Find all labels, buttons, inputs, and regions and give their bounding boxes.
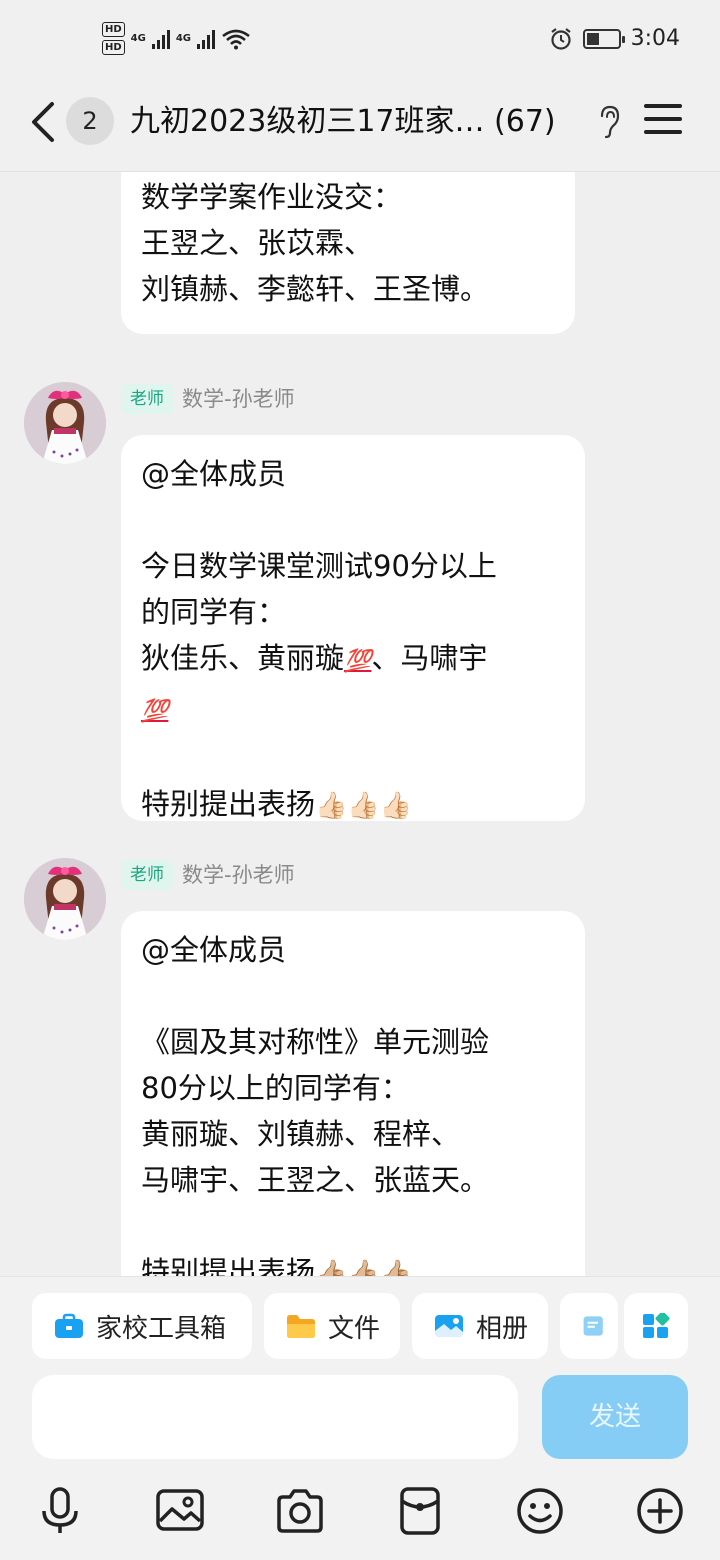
- folder-icon: [287, 1315, 315, 1338]
- microphone-icon[interactable]: [34, 1485, 86, 1537]
- message-input[interactable]: [32, 1375, 518, 1459]
- plus-icon[interactable]: [634, 1485, 686, 1537]
- toolbox-icon: [55, 1313, 83, 1338]
- message-line: 80分以上的同学有：: [141, 1071, 410, 1105]
- message-line: [141, 735, 565, 781]
- message-line: 狄佳乐、黄丽璇💯、马啸宇: [141, 635, 565, 685]
- message-line: 💯: [141, 685, 565, 735]
- sender-name[interactable]: 数学-孙老师: [182, 384, 295, 414]
- signal-icon-1: [151, 29, 170, 49]
- chat-area[interactable]: 数学学案作业没交： 王翌之、张苡霖、 刘镇赫、李懿轩、王圣博。 老师 数学-孙老…: [0, 172, 720, 1276]
- message-line: 刘镇赫、李懿轩、王圣博。: [141, 272, 490, 306]
- message-line: [141, 973, 565, 1019]
- file-label: 文件: [328, 1313, 381, 1344]
- message-line: [141, 1203, 565, 1249]
- album-icon: [435, 1315, 463, 1337]
- message-line: 《圆及其对称性》单元测验: [141, 1025, 490, 1059]
- ear-icon[interactable]: [596, 104, 622, 140]
- message-line: 数学学案作业没交：: [141, 180, 403, 214]
- alarm-icon: [550, 27, 571, 50]
- hundred-points-icon: 💯: [344, 649, 372, 674]
- compose-panel: 家校工具箱 文件 相册 发送: [0, 1276, 720, 1560]
- camera-icon[interactable]: [274, 1485, 326, 1537]
- message-text: 特别提出表扬: [141, 1255, 316, 1276]
- teacher-tag: 老师: [121, 384, 173, 414]
- album-button[interactable]: 相册: [412, 1293, 548, 1359]
- emoji-icon[interactable]: [514, 1485, 566, 1537]
- message-text: 特别提出表扬: [141, 787, 316, 821]
- menu-icon[interactable]: [644, 104, 682, 136]
- apps-button[interactable]: [624, 1293, 688, 1359]
- message-bubble[interactable]: 数学学案作业没交： 王翌之、张苡霖、 刘镇赫、李懿轩、王圣博。: [121, 172, 575, 334]
- battery-icon: [582, 28, 625, 49]
- hundred-points-icon: 💯: [141, 699, 169, 724]
- message-text: 狄佳乐、黄丽璇: [141, 641, 345, 675]
- album-label: 相册: [476, 1313, 529, 1344]
- mention-all: @全体成员: [141, 933, 287, 967]
- toolbox-button[interactable]: 家校工具箱: [32, 1293, 252, 1359]
- doll-avatar-image: [24, 858, 106, 940]
- message-line: 马啸宇、王翌之、张蓝天。: [141, 1163, 490, 1197]
- file-button[interactable]: 文件: [264, 1293, 400, 1359]
- hd-badge-1: HD: [102, 22, 125, 37]
- chat-header: 2 九初2023级初三17班家… (67): [0, 80, 720, 172]
- message-bubble[interactable]: @全体成员 今日数学课堂测试90分以上 的同学有： 狄佳乐、黄丽璇💯、马啸宇 💯…: [121, 435, 585, 821]
- message-line: [141, 497, 565, 543]
- message-text: 、马啸宇: [371, 641, 488, 675]
- status-left: HD HD 4G 4G: [102, 22, 251, 55]
- wifi-icon: [222, 29, 250, 49]
- back-icon[interactable]: [26, 100, 60, 144]
- status-right: 3:04: [549, 26, 680, 51]
- message-line: 黄丽璇、刘镇赫、程梓、: [141, 1117, 461, 1151]
- message-line: 今日数学课堂测试90分以上: [141, 549, 497, 583]
- unread-badge[interactable]: 2: [66, 97, 114, 145]
- apps-grid-icon: [643, 1313, 670, 1338]
- thumbs-up-icon: 👍🏼👍🏼👍🏼: [315, 1259, 413, 1276]
- message-line: 的同学有：: [141, 595, 287, 629]
- hd-indicators: HD HD: [102, 22, 125, 55]
- message-line: 特别提出表扬👍🏻👍🏻👍🏻: [141, 781, 565, 829]
- mention-all: @全体成员: [141, 457, 287, 491]
- notice-icon: [583, 1316, 603, 1336]
- thumbs-up-icon: 👍🏻👍🏻👍🏻: [315, 791, 413, 821]
- hd-badge-2: HD: [102, 40, 125, 55]
- network-type-1: 4G: [130, 33, 146, 44]
- status-bar: HD HD 4G 4G 3:04: [0, 0, 720, 80]
- clock: 3:04: [630, 26, 680, 51]
- sender-name[interactable]: 数学-孙老师: [182, 860, 295, 890]
- image-icon[interactable]: [154, 1485, 206, 1537]
- chat-title[interactable]: 九初2023级初三17班家… (67): [130, 100, 590, 144]
- red-packet-icon[interactable]: [394, 1485, 446, 1537]
- message-line: 王翌之、张苡霖、: [141, 226, 374, 260]
- message-line: 特别提出表扬👍🏼👍🏼👍🏼: [141, 1249, 565, 1276]
- send-button[interactable]: 发送: [542, 1375, 688, 1459]
- message-bubble[interactable]: @全体成员 《圆及其对称性》单元测验 80分以上的同学有： 黄丽璇、刘镇赫、程梓…: [121, 911, 585, 1276]
- notice-button[interactable]: [560, 1293, 618, 1359]
- signal-icon-2: [197, 29, 216, 49]
- teacher-tag: 老师: [121, 860, 173, 890]
- doll-avatar-image: [24, 382, 106, 464]
- avatar[interactable]: [24, 382, 106, 464]
- toolbox-label: 家校工具箱: [96, 1313, 227, 1344]
- network-type-2: 4G: [175, 33, 192, 44]
- avatar[interactable]: [24, 858, 106, 940]
